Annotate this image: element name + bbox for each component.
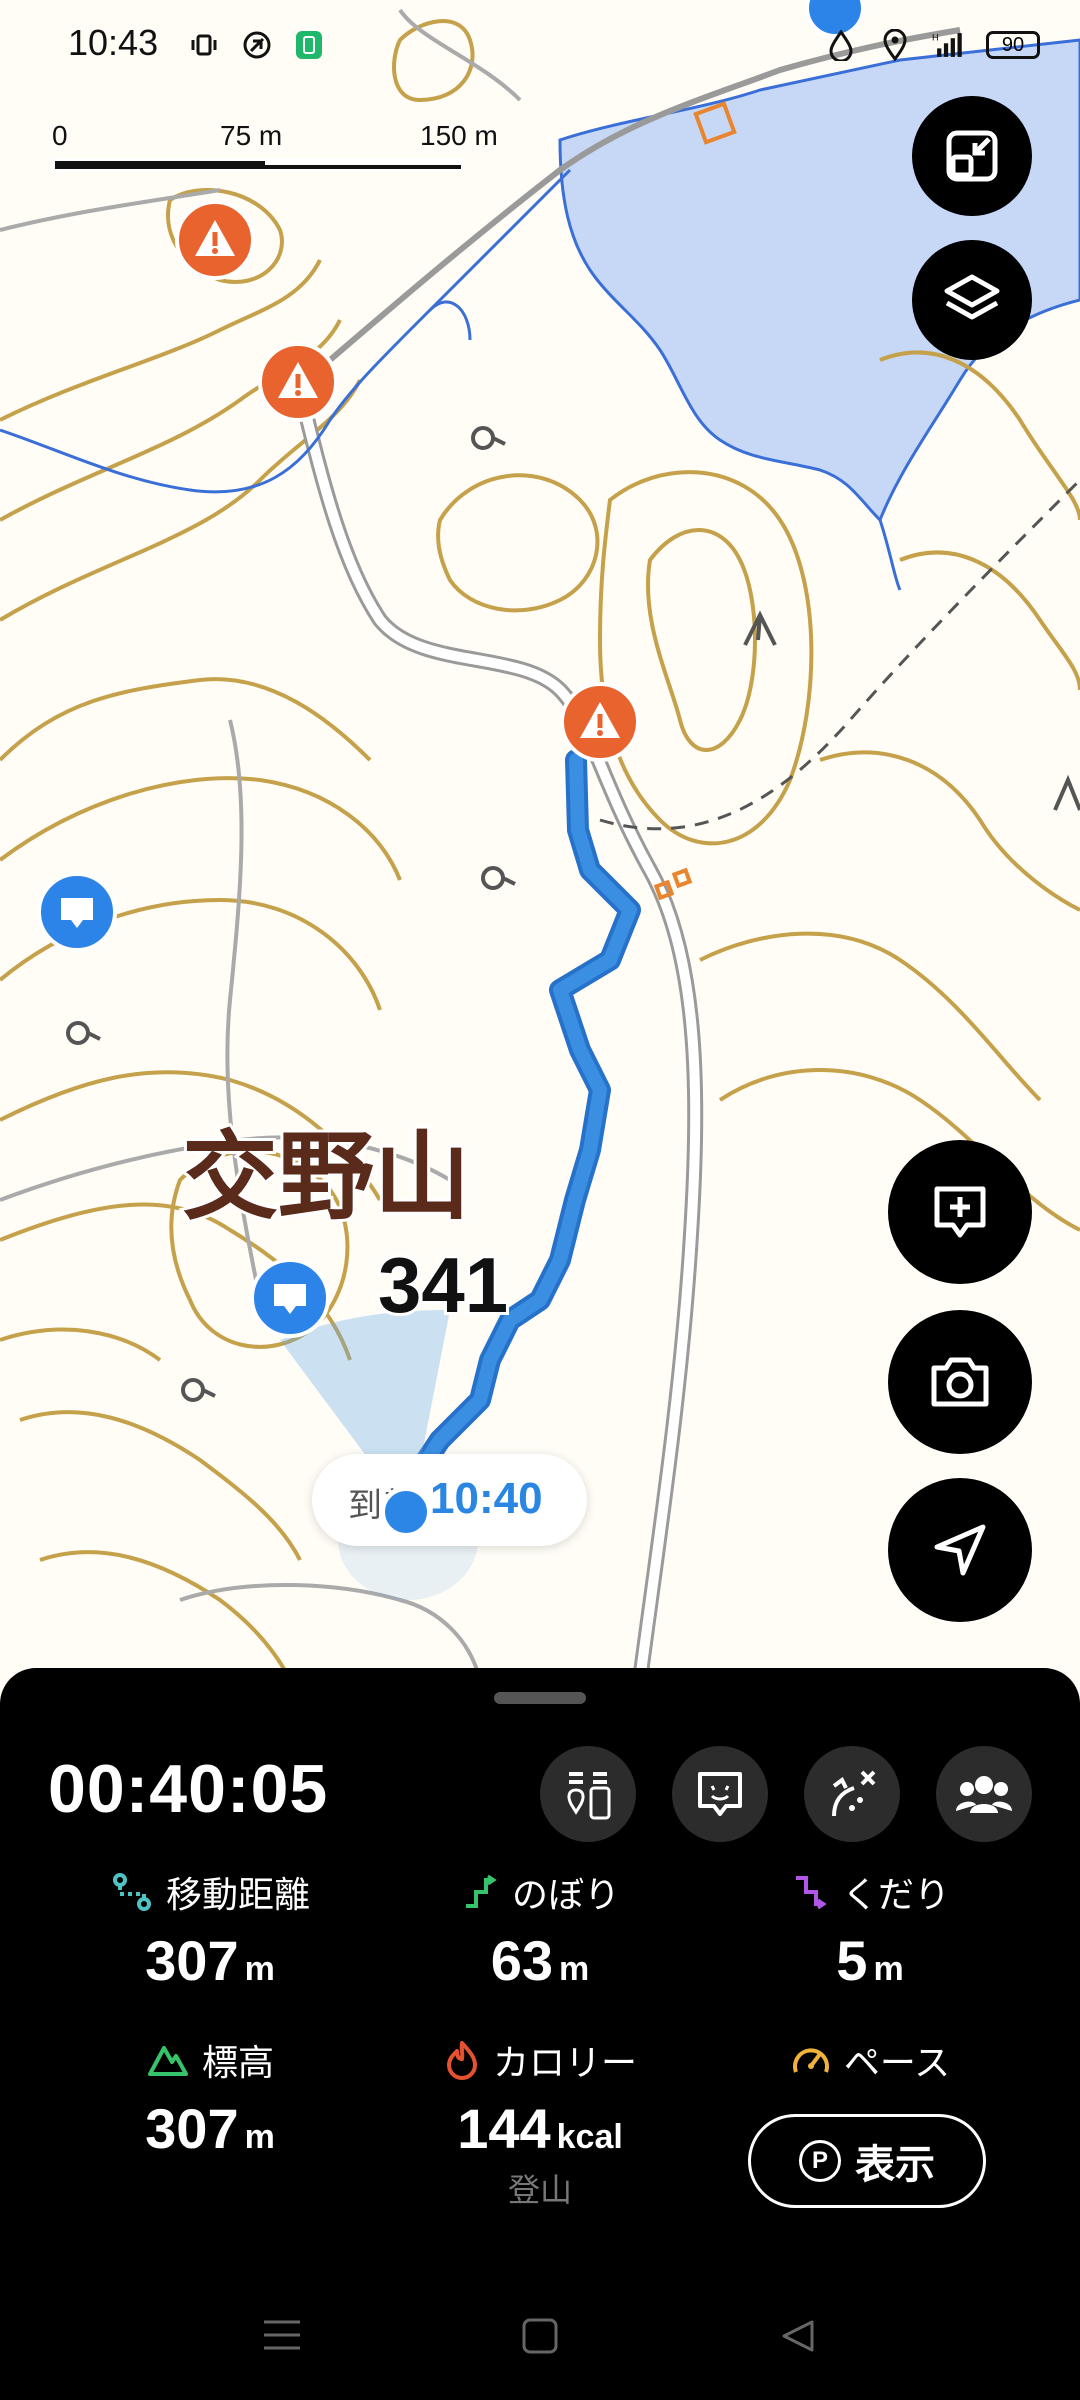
stat-descent-value: 5 [836,1929,868,1992]
stat-distance: 移動距離 307 m [50,1866,370,1993]
stat-descent-unit: m [873,1950,904,1988]
layers-icon [944,274,1000,320]
camera-icon [931,1357,989,1407]
p-badge-icon: P [799,2140,841,2182]
status-time: 10:43 [68,22,159,63]
warning-marker[interactable] [258,342,338,422]
scale-label-75: 75 m [220,120,283,151]
luggage-icon [567,1772,611,1820]
home-nav-button[interactable] [522,2318,558,2358]
show-pace-label: 表示 [855,2142,935,2188]
eta-pill[interactable]: 到着 10:40 [312,1454,587,1546]
status-bar: 10:43 H 90 [0,0,1080,96]
location-icon [878,28,912,62]
stat-descent-label: くだり [841,1875,950,1916]
back-icon [782,2320,814,2352]
battery-saver-icon [292,28,326,62]
stat-ascent-label: のぼり [511,1875,620,1916]
stat-calories-unit: kcal [556,2118,623,2156]
speedometer-icon [792,2048,829,2073]
scale-label-150: 150 m [420,120,498,151]
comment-marker[interactable] [37,872,117,952]
scale-bar [52,158,464,172]
chat-face-icon [698,1772,742,1816]
stat-calories-label: カロリー [492,2043,637,2084]
map-scale: 0 75 m 150 m [52,120,512,180]
add-note-icon [934,1186,986,1238]
stat-calories: カロリー 144 kcal 登山 [380,2034,700,2211]
layers-button[interactable] [912,240,1032,360]
flame-icon [446,2041,477,2080]
stat-pace: ペース [710,2034,1030,2086]
stat-altitude-label: 標高 [201,2043,274,2084]
route-off-button[interactable] [804,1746,900,1842]
water-drop-icon [824,28,858,62]
peak-name: 交野山 [182,1121,470,1233]
back-nav-button[interactable] [780,2318,816,2358]
elapsed-timer: 00:40:05 [48,1751,329,1827]
group-button[interactable] [936,1746,1032,1842]
chat-button[interactable] [672,1746,768,1842]
stat-ascent: のぼり 63 m [380,1866,700,1993]
elevation-label: 341 [378,1241,508,1329]
svg-text:H: H [932,33,939,43]
home-icon [522,2318,558,2354]
drag-handle[interactable] [494,1692,586,1704]
descent-icon [795,1876,827,1910]
gear-list-button[interactable] [540,1746,636,1842]
group-icon [956,1776,1012,1813]
stat-distance-label: 移動距離 [165,1875,310,1916]
current-location-dot [380,1486,432,1538]
route-off-icon [832,1770,876,1817]
navigate-button[interactable] [888,1478,1032,1622]
navigation-arrow-icon [934,1524,986,1576]
stat-altitude-value: 307 [145,2097,239,2160]
stat-calories-activity: 登山 [507,2171,572,2209]
stat-ascent-value: 63 [490,1929,554,1992]
battery-icon: 90 [986,31,1040,59]
stat-pace-label: ペース [843,2043,951,2084]
activity-panel: 00:40:05 移動距離 307 m のぼり 63 m くだり 5m 標高 3… [0,1668,1080,2400]
menu-nav-button[interactable] [262,2318,302,2356]
ascent-icon [465,1874,497,1908]
scale-label-0: 0 [52,120,68,151]
comment-marker[interactable] [250,1258,330,1338]
menu-icon [264,2320,300,2350]
stat-distance-value: 307 [145,1929,239,1992]
warning-marker[interactable] [175,200,255,280]
signal-icon: H [932,28,966,62]
minimize-map-button[interactable] [912,96,1032,216]
system-nav-bar [0,2268,1080,2400]
mountain-icon [147,2046,188,2076]
add-note-button[interactable] [888,1140,1032,1284]
stat-distance-unit: m [244,1950,275,1988]
camera-button[interactable] [888,1310,1032,1454]
stat-ascent-unit: m [559,1950,590,1988]
nfc-icon [240,28,274,62]
route-icon [112,1873,151,1911]
show-pace-button[interactable]: P 表示 [748,2114,986,2208]
stat-altitude-unit: m [244,2118,275,2156]
stat-calories-value: 144 [457,2097,551,2160]
eta-time: 10:40 [430,1474,543,1523]
warning-marker[interactable] [560,682,640,762]
stat-altitude: 標高 307 m [50,2034,370,2161]
stat-descent: くだり 5m [710,1866,1030,1993]
vibrate-icon [188,28,222,62]
minimize-icon [946,130,998,182]
